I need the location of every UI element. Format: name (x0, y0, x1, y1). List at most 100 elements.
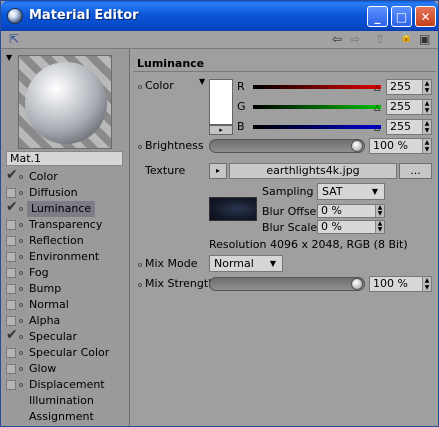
material-preview[interactable] (18, 55, 112, 149)
channel-alpha[interactable]: Alpha (1, 313, 130, 329)
channel-checkbox[interactable] (6, 348, 16, 358)
color-swatch[interactable] (209, 79, 233, 125)
channel-diffusion[interactable]: Diffusion (1, 185, 130, 201)
brightness-slider-knob[interactable] (351, 140, 363, 152)
back-arrow-icon[interactable]: ⇦ (332, 32, 342, 46)
channel-checkbox[interactable] (6, 284, 16, 294)
animation-dot-icon (19, 383, 23, 387)
channel-bump[interactable]: Bump (1, 281, 130, 297)
b-label: B (237, 120, 245, 133)
sampling-value: SAT (322, 185, 343, 198)
channel-checkbox[interactable] (6, 380, 16, 390)
brightness-label: Brightness (145, 139, 204, 152)
channel-label: Glow (29, 362, 57, 375)
checkmark-icon[interactable]: ✔ (6, 327, 18, 343)
blur-offset-spinner[interactable]: ▲ ▼ (375, 205, 384, 217)
checkmark-icon[interactable]: ✔ (6, 167, 18, 183)
animation-dot-icon (19, 287, 23, 291)
red-slider[interactable] (253, 85, 381, 89)
sampling-dropdown[interactable]: SAT ▼ (317, 183, 385, 200)
animation-dot-icon (19, 223, 23, 227)
channel-label: Diffusion (29, 186, 78, 199)
brightness-slider[interactable] (209, 139, 365, 153)
channel-normal[interactable]: Normal (1, 297, 130, 313)
channel-displacement[interactable]: Displacement (1, 377, 130, 393)
blue-value: 255 (390, 120, 411, 133)
channel-color[interactable]: ✔ Color (1, 167, 130, 185)
blur-offset-field[interactable]: 0 % ▲ ▼ (317, 204, 385, 218)
material-editor-window: Material Editor _ □ ✕ ⇱ ⇦ ⇨ ⇧ 🔓 ▣ ▼ Mat.… (0, 0, 439, 427)
green-value: 255 (390, 100, 411, 113)
green-slider-handle-icon[interactable]: △ (374, 103, 380, 112)
red-spinner[interactable]: ▲ ▼ (422, 80, 431, 94)
texture-browse-button[interactable]: ... (399, 163, 432, 179)
expand-color-button[interactable]: ▸ (209, 125, 233, 135)
forward-arrow-icon[interactable]: ⇨ (350, 32, 360, 46)
channel-luminance[interactable]: ✔ Luminance (1, 199, 130, 217)
mix-mode-dropdown[interactable]: Normal ▼ (209, 255, 283, 272)
mix-strength-value-field[interactable]: 100 % ▲ ▼ (369, 276, 432, 292)
title-bar[interactable]: Material Editor _ □ ✕ (1, 1, 438, 31)
channel-environment[interactable]: Environment (1, 249, 130, 265)
animation-dot-icon[interactable] (138, 283, 142, 287)
up-arrow-icon[interactable]: ⇧ (375, 32, 385, 46)
red-slider-handle-icon[interactable]: △ (374, 83, 380, 92)
mix-strength-slider-knob[interactable] (351, 278, 363, 290)
channel-glow[interactable]: Glow (1, 361, 130, 377)
green-slider[interactable] (253, 105, 381, 109)
chevron-down-icon: ▼ (269, 259, 276, 268)
channel-checkbox[interactable] (6, 268, 16, 278)
channel-label: Assignment (29, 410, 94, 423)
green-value-field[interactable]: 255 ▲ ▼ (386, 99, 432, 115)
red-value-field[interactable]: 255 ▲ ▼ (386, 79, 432, 95)
channel-specular-color[interactable]: Specular Color (1, 345, 130, 361)
channel-checkbox[interactable] (6, 316, 16, 326)
channel-checkbox[interactable] (6, 220, 16, 230)
texture-label: Texture (145, 164, 186, 177)
color-menu-arrow-icon[interactable]: ▼ (199, 77, 205, 86)
sampling-label: Sampling (262, 185, 314, 198)
blue-spinner[interactable]: ▲ ▼ (422, 120, 431, 134)
channel-checkbox[interactable] (6, 300, 16, 310)
blur-offset-label: Blur Offset (262, 205, 321, 218)
animation-dot-icon[interactable] (138, 263, 142, 267)
blur-scale-spinner[interactable]: ▲ ▼ (375, 221, 384, 233)
close-button[interactable]: ✕ (415, 6, 436, 27)
channel-assignment[interactable]: Assignment (1, 409, 130, 425)
animation-dot-icon[interactable] (138, 145, 142, 149)
blue-slider[interactable] (253, 125, 381, 129)
brightness-spinner[interactable]: ▲ ▼ (422, 139, 431, 153)
mix-strength-slider[interactable] (209, 277, 365, 291)
channel-fog[interactable]: Fog (1, 265, 130, 281)
blue-slider-handle-icon[interactable]: △ (374, 123, 380, 132)
preview-menu-arrow-icon[interactable]: ▼ (6, 53, 12, 62)
channel-reflection[interactable]: Reflection (1, 233, 130, 249)
animation-dot-icon (19, 367, 23, 371)
mix-strength-spinner[interactable]: ▲ ▼ (422, 277, 431, 291)
checkmark-icon[interactable]: ✔ (6, 199, 18, 215)
animation-dot-icon (19, 175, 23, 179)
material-name-field[interactable]: Mat.1 (6, 151, 123, 166)
channel-label: Displacement (29, 378, 105, 391)
minimize-button[interactable]: _ (367, 6, 388, 27)
channel-specular[interactable]: ✔ Specular (1, 327, 130, 345)
texture-filename-field[interactable]: earthlights4k.jpg (229, 163, 397, 179)
animation-dot-icon[interactable] (138, 85, 142, 89)
maximize-button[interactable]: □ (391, 6, 412, 27)
new-window-icon[interactable]: ▣ (419, 32, 430, 46)
channel-transparency[interactable]: Transparency (1, 217, 130, 233)
lock-icon[interactable]: 🔓 (400, 32, 412, 43)
channel-checkbox[interactable] (6, 364, 16, 374)
blue-value-field[interactable]: 255 ▲ ▼ (386, 119, 432, 135)
brightness-value-field[interactable]: 100 % ▲ ▼ (369, 138, 432, 154)
channel-illumination[interactable]: Illumination (1, 393, 130, 409)
green-spinner[interactable]: ▲ ▼ (422, 100, 431, 114)
channel-checkbox[interactable] (6, 236, 16, 246)
channel-label: Luminance (27, 201, 96, 217)
channel-checkbox[interactable] (6, 188, 16, 198)
channel-checkbox[interactable] (6, 252, 16, 262)
texture-menu-button[interactable]: ▸ (209, 163, 227, 179)
blur-scale-field[interactable]: 0 % ▲ ▼ (317, 220, 385, 234)
channel-label: Color (29, 170, 58, 183)
pin-icon[interactable]: ⇱ (9, 32, 19, 46)
